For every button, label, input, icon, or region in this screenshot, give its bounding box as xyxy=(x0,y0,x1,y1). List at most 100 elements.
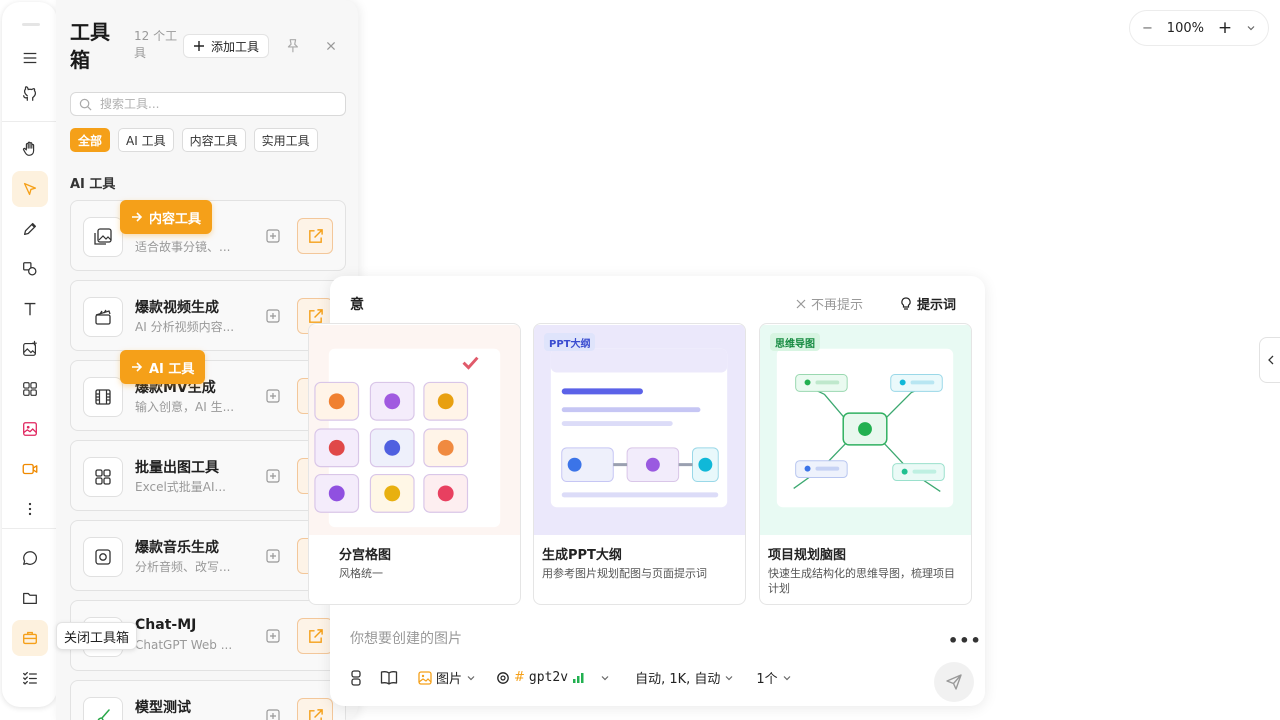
add-tool-button[interactable]: 添加工具 xyxy=(183,34,269,58)
folder-icon[interactable] xyxy=(12,580,48,616)
video-icon[interactable] xyxy=(12,451,48,487)
send-button[interactable] xyxy=(934,662,974,702)
tool-count: 12 个工具 xyxy=(134,29,178,60)
filter-utility-tools[interactable]: 实用工具 xyxy=(253,128,318,152)
left-toolbar xyxy=(2,2,57,707)
template-card-ppt[interactable]: PPT大纲 生成PPT大纲 用参考图片规划配图与页面提示词 xyxy=(533,323,746,605)
type-dropdown[interactable]: 图片 xyxy=(418,668,476,687)
add-square-icon[interactable] xyxy=(265,468,281,484)
zoom-out-button[interactable]: − xyxy=(1142,21,1153,36)
open-tool-button[interactable] xyxy=(297,618,333,654)
openai-icon xyxy=(497,671,509,684)
chevron-down-icon xyxy=(467,675,475,680)
collapse-panel-button[interactable] xyxy=(1259,337,1280,383)
shapes-icon[interactable] xyxy=(12,251,48,287)
music-box-icon xyxy=(83,537,123,577)
tool-name: Chat-MJ xyxy=(135,617,197,633)
add-tool-label: 添加工具 xyxy=(210,39,259,54)
filter-tabs: 全部 AI 工具 内容工具 实用工具 xyxy=(70,128,318,152)
filter-content-tools[interactable]: 内容工具 xyxy=(181,128,246,152)
drag-badge-content-tools[interactable]: 内容工具 xyxy=(120,200,213,234)
task-list-icon[interactable] xyxy=(12,660,48,696)
template-desc: 快速生成结构化的思维导图，梳理项目计划 xyxy=(768,567,955,595)
drag-badge-ai-tools[interactable]: AI 工具 xyxy=(120,350,206,384)
select-cursor-icon[interactable] xyxy=(12,171,48,207)
chevron-down-icon xyxy=(783,675,791,680)
template-title: 生成PPT大纲 xyxy=(542,548,622,563)
search-icon xyxy=(79,98,92,110)
template-title: 项目规划脑图 xyxy=(768,548,847,563)
tool-card[interactable]: 批量出图工具 Excel式批量AI... xyxy=(70,440,346,511)
add-square-icon[interactable] xyxy=(265,708,281,720)
send-icon xyxy=(946,674,962,690)
external-link-icon xyxy=(308,228,323,243)
search-field[interactable] xyxy=(70,92,346,116)
badge-label: AI 工具 xyxy=(149,361,195,377)
tool-card[interactable]: 爆款视频生成 AI 分析视频内容... xyxy=(70,280,346,351)
add-square-icon[interactable] xyxy=(265,628,281,644)
dismiss-label: 不再提示 xyxy=(811,298,864,313)
tool-desc: Excel式批量AI... xyxy=(135,480,226,494)
inspiration-title: 意 xyxy=(350,297,364,313)
tool-card[interactable]: 模型测试 xyxy=(70,680,346,720)
zoom-control: − 100% + xyxy=(1129,10,1269,46)
dismiss-tips-button[interactable]: 不再提示 xyxy=(796,294,863,313)
model-dropdown[interactable]: # gpt2v xyxy=(496,670,610,685)
toolbox-icon[interactable] xyxy=(12,620,48,656)
zoom-in-button[interactable]: + xyxy=(1218,18,1232,38)
add-square-icon[interactable] xyxy=(265,548,281,564)
prompt-tips-label: 提示词 xyxy=(917,298,957,313)
hand-icon[interactable] xyxy=(12,131,48,167)
badge-label: 内容工具 xyxy=(149,211,202,227)
grid-icon[interactable] xyxy=(12,371,48,407)
menu-icon[interactable] xyxy=(12,40,48,76)
count-dropdown[interactable]: 1个 xyxy=(756,668,791,687)
chat-icon[interactable] xyxy=(12,540,48,576)
prompt-toolbar: 图片 # gpt2v 自动, 1K, 自动 1个 xyxy=(350,668,792,687)
open-tool-button[interactable] xyxy=(297,698,333,720)
filter-ai-tools[interactable]: AI 工具 xyxy=(118,128,174,152)
tool-card[interactable]: 爆款音乐生成 分析音频、改写... xyxy=(70,520,346,591)
template-card-mindmap[interactable]: 思维导图 项目规划脑图 快速生成结构化的思维导图，梳理项目计划 xyxy=(759,323,972,605)
tool-name: 模型测试 xyxy=(135,700,191,716)
clapperboard-icon xyxy=(83,297,123,337)
gallery-icon[interactable] xyxy=(12,411,48,447)
params-dropdown[interactable]: 自动, 1K, 自动 xyxy=(635,668,734,687)
params-label: 自动, 1K, 自动 xyxy=(635,672,721,687)
close-icon[interactable] xyxy=(322,37,340,55)
template-card-grid[interactable]: 分宫格图 风格统一 xyxy=(308,323,521,605)
external-link-icon xyxy=(308,708,323,720)
chevron-down-icon xyxy=(601,675,609,680)
close-toolbox-tooltip: 关闭工具箱 xyxy=(56,622,138,650)
image-add-icon[interactable] xyxy=(12,331,48,367)
prompt-tips-button[interactable]: 提示词 xyxy=(900,294,956,313)
drag-handle[interactable] xyxy=(22,23,40,26)
search-input[interactable] xyxy=(100,97,320,111)
pin-icon[interactable] xyxy=(283,37,301,55)
zoom-level[interactable]: 100% xyxy=(1167,21,1204,36)
add-square-icon[interactable] xyxy=(265,388,281,404)
text-icon[interactable] xyxy=(12,291,48,327)
pen-icon[interactable] xyxy=(12,211,48,247)
template-tag: PPT大纲 xyxy=(544,333,596,351)
book-icon[interactable] xyxy=(380,670,398,686)
ppt-preview-image xyxy=(534,324,745,536)
chevron-down-icon[interactable] xyxy=(1246,23,1256,33)
lightbulb-icon xyxy=(901,296,911,310)
tool-card[interactable]: 爆款MV生成 输入创意，AI 生... xyxy=(70,360,346,431)
grid-icon[interactable] xyxy=(350,669,364,687)
open-tool-button[interactable] xyxy=(297,218,333,254)
prompt-input[interactable]: 你想要创建的图片 xyxy=(350,628,462,648)
arrow-right-icon xyxy=(132,212,143,222)
count-label: 1个 xyxy=(756,672,778,687)
add-square-icon[interactable] xyxy=(265,228,281,244)
more-options-button[interactable]: ••• xyxy=(948,631,982,650)
add-square-icon[interactable] xyxy=(265,308,281,324)
github-icon[interactable] xyxy=(12,76,48,112)
type-label: 图片 xyxy=(436,672,463,687)
filter-all[interactable]: 全部 xyxy=(70,128,111,152)
more-vertical-icon[interactable] xyxy=(12,491,48,527)
image-edit-icon xyxy=(83,217,123,257)
tool-desc: ChatGPT Web ... xyxy=(135,638,233,652)
chevron-down-icon xyxy=(725,675,733,680)
